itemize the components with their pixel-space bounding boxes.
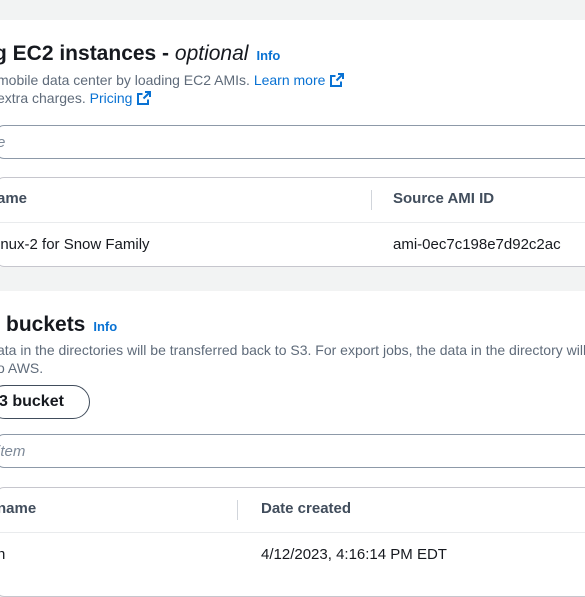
column-header-source-ami-id[interactable]: Source AMI ID	[393, 190, 494, 207]
external-link-icon[interactable]	[329, 72, 345, 88]
s3-search-placeholder: item	[0, 443, 26, 460]
s3-info-link[interactable]: Info	[93, 319, 117, 334]
column-header-name[interactable]: ame	[0, 190, 27, 207]
date-created-cell: 4/12/2023, 4:16:14 PM EDT	[261, 546, 447, 563]
table-row[interactable]: inux-2 for Snow Family ami-0ec7c198e7d92…	[0, 223, 585, 266]
s3-buckets-table: name Date created n 4/12/2023, 4:16:14 P…	[0, 487, 585, 597]
s3-description-line2: o AWS.	[0, 360, 44, 376]
source-ami-id-cell: ami-0ec7c198e7d92c2ac	[393, 236, 561, 253]
ami-name-cell: inux-2 for Snow Family	[0, 236, 150, 253]
ec2-description-line2: extra charges. Pricing	[0, 90, 152, 106]
table-header: ame Source AMI ID	[0, 178, 585, 223]
s3-section-title: buckets Info	[6, 313, 118, 336]
column-header-bucket-name[interactable]: name	[0, 500, 36, 517]
ec2-ami-table: ame Source AMI ID inux-2 for Snow Family…	[0, 177, 585, 267]
optional-label: optional	[174, 42, 249, 65]
s3-bucket-button[interactable]: 3 bucket	[0, 385, 90, 419]
column-divider[interactable]	[237, 500, 238, 520]
pricing-link[interactable]: Pricing	[90, 90, 133, 106]
bucket-name-cell: n	[0, 546, 5, 563]
external-link-icon[interactable]	[136, 90, 152, 106]
ec2-search-placeholder: e	[0, 134, 5, 151]
ec2-instances-panel: g EC2 instances - optional Info mobile da…	[0, 20, 585, 267]
s3-buckets-panel: buckets Info ata in the directories will …	[0, 291, 585, 597]
ec2-description-line1: mobile data center by loading EC2 AMIs. …	[0, 72, 345, 88]
ec2-section-title: g EC2 instances - optional Info	[0, 42, 281, 65]
ec2-search-input[interactable]: e	[0, 125, 585, 159]
column-divider[interactable]	[371, 190, 372, 210]
ec2-info-link[interactable]: Info	[256, 48, 280, 63]
s3-description-line1: ata in the directories will be transferr…	[0, 342, 585, 358]
table-row[interactable]: n 4/12/2023, 4:16:14 PM EDT	[0, 533, 585, 577]
s3-search-input[interactable]: item	[0, 434, 585, 468]
column-header-date-created[interactable]: Date created	[261, 500, 351, 517]
table-header: name Date created	[0, 488, 585, 533]
learn-more-link[interactable]: Learn more	[254, 72, 326, 88]
